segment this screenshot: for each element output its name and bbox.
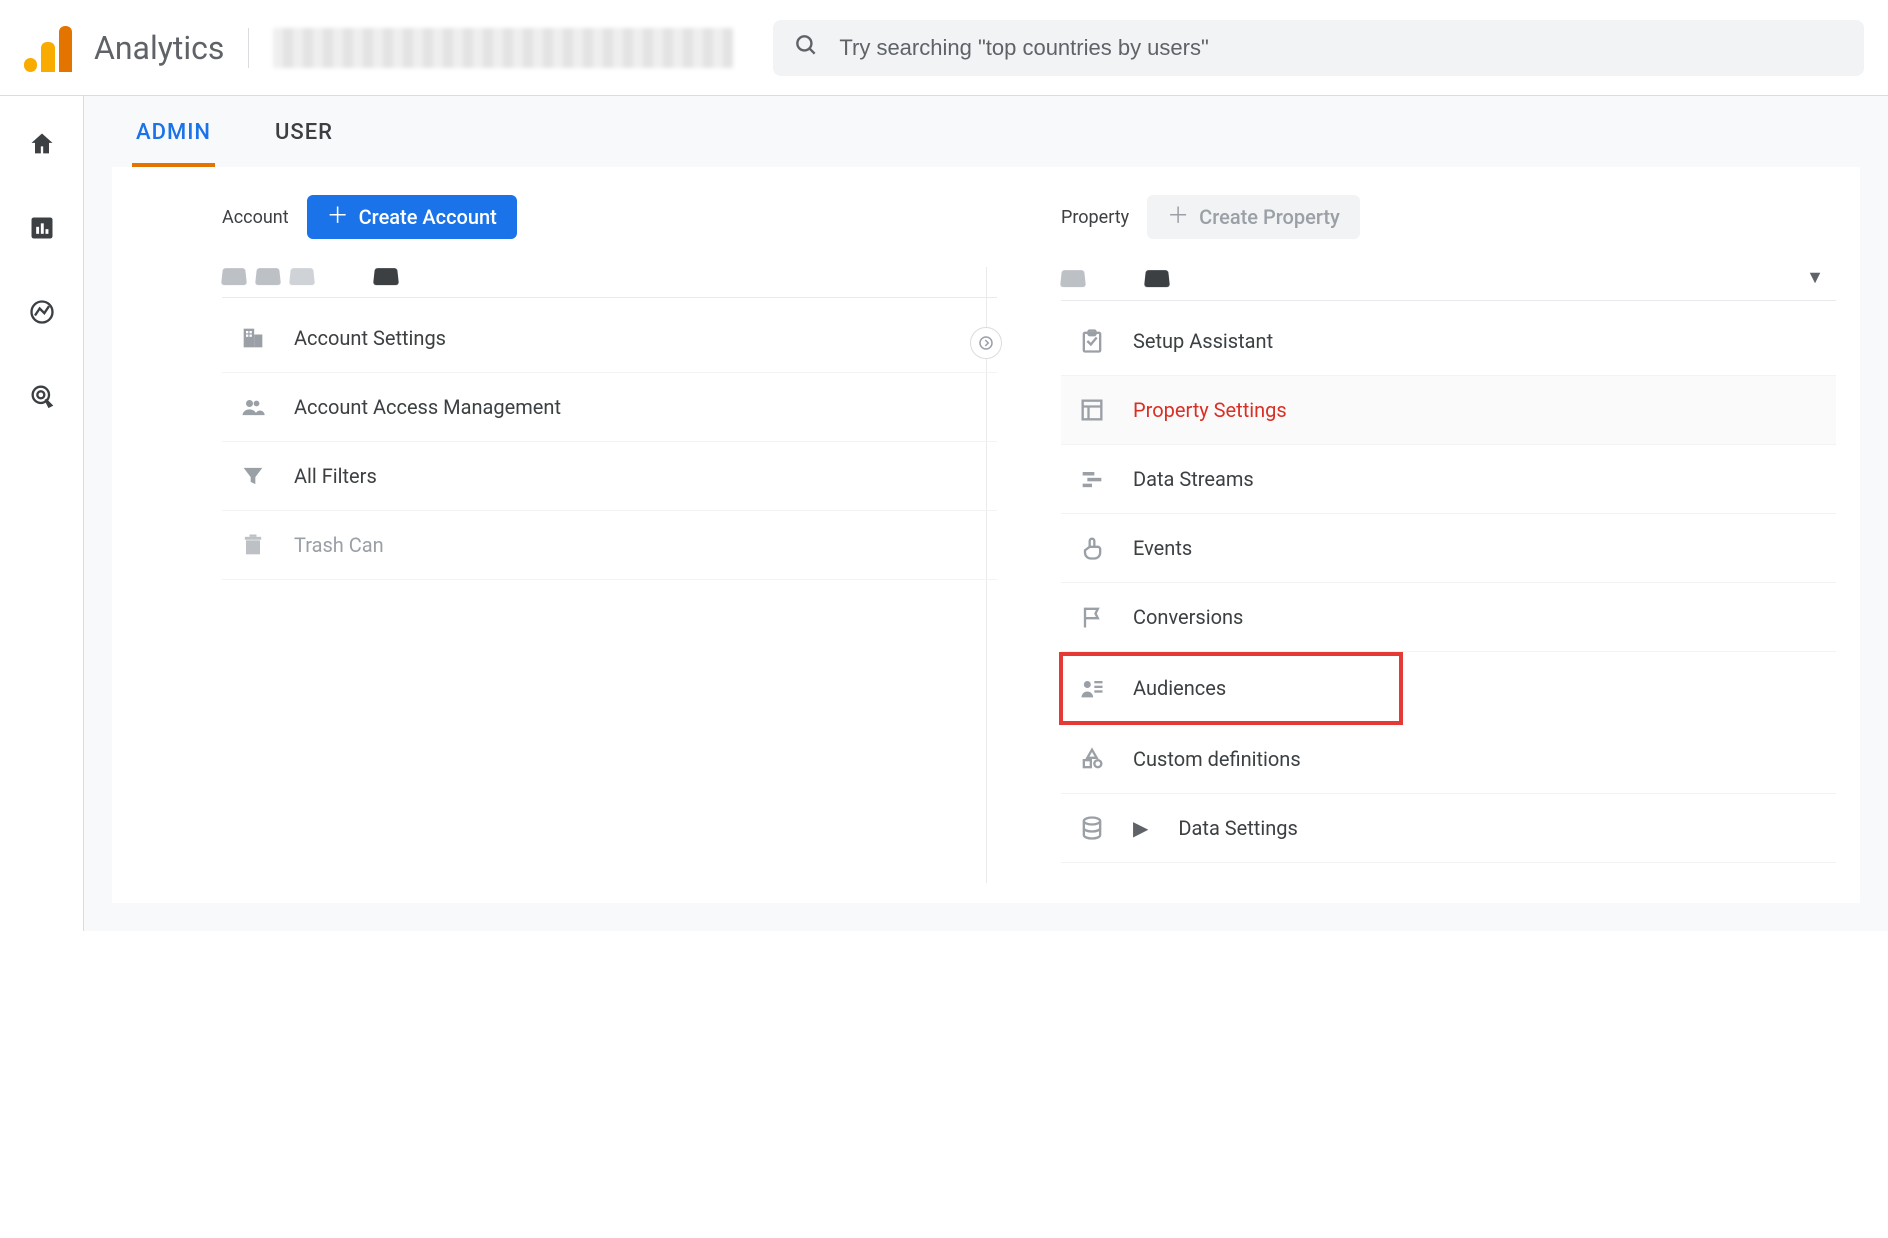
- data-settings-item[interactable]: ▶ Data Settings: [1061, 794, 1836, 863]
- logo-block: Analytics: [24, 24, 224, 72]
- tab-admin[interactable]: ADMIN: [132, 96, 215, 167]
- create-account-button[interactable]: ＋ Create Account: [307, 195, 517, 239]
- left-nav-rail: [0, 96, 84, 931]
- account-column-title: Account: [222, 207, 289, 228]
- create-property-button: ＋ Create Property: [1147, 195, 1360, 239]
- menu-label: Account Access Management: [294, 395, 561, 419]
- events-item[interactable]: Events: [1061, 514, 1836, 583]
- header-divider: [248, 28, 249, 68]
- create-property-label: Create Property: [1199, 205, 1340, 229]
- admin-main: ADMIN USER Account ＋ Create Account: [84, 96, 1888, 931]
- nav-advertising-icon[interactable]: [18, 372, 66, 420]
- layout-icon: [1075, 396, 1109, 424]
- app-header: Analytics: [0, 0, 1888, 96]
- tab-user[interactable]: USER: [271, 96, 337, 167]
- account-breadcrumb-redacted[interactable]: [273, 28, 733, 68]
- property-selector[interactable]: ▼: [1061, 259, 1836, 301]
- custom-definitions-item[interactable]: Custom definitions: [1061, 725, 1836, 794]
- menu-label: Data Settings: [1178, 816, 1297, 840]
- all-filters-item[interactable]: All Filters: [222, 442, 997, 511]
- nav-reports-icon[interactable]: [18, 204, 66, 252]
- trash-can-item[interactable]: Trash Can: [222, 511, 997, 580]
- admin-tabs: ADMIN USER: [112, 96, 1860, 167]
- building-icon: [236, 324, 270, 352]
- property-menu: Setup Assistant Property Settings Data S…: [1061, 307, 1836, 863]
- account-column: Account ＋ Create Account: [112, 167, 1021, 903]
- people-icon: [236, 393, 270, 421]
- audience-icon: [1075, 674, 1109, 702]
- menu-label: Data Streams: [1133, 467, 1254, 491]
- touch-icon: [1075, 534, 1109, 562]
- filter-icon: [236, 462, 270, 490]
- create-account-label: Create Account: [359, 205, 497, 229]
- menu-label: Account Settings: [294, 326, 446, 350]
- app-title: Analytics: [94, 29, 224, 67]
- flag-icon: [1075, 603, 1109, 631]
- audiences-item[interactable]: Audiences: [1061, 654, 1401, 723]
- account-access-item[interactable]: Account Access Management: [222, 373, 997, 442]
- plus-icon: ＋: [327, 206, 349, 228]
- menu-label: Conversions: [1133, 605, 1243, 629]
- trash-icon: [236, 531, 270, 559]
- menu-label: Setup Assistant: [1133, 329, 1273, 353]
- search-icon: [793, 32, 819, 63]
- chevron-down-icon: ▼: [1806, 267, 1824, 288]
- menu-label: Trash Can: [294, 533, 384, 557]
- admin-panels: Account ＋ Create Account: [112, 167, 1860, 903]
- stream-icon: [1075, 465, 1109, 493]
- property-column-title: Property: [1061, 207, 1129, 228]
- menu-label: Events: [1133, 536, 1192, 560]
- menu-label: All Filters: [294, 464, 377, 488]
- conversions-item[interactable]: Conversions: [1061, 583, 1836, 652]
- shapes-icon: [1075, 745, 1109, 773]
- database-icon: [1075, 814, 1109, 842]
- property-column: Property ＋ Create Property ▼: [1021, 167, 1860, 903]
- plus-icon: ＋: [1167, 206, 1189, 228]
- account-menu: Account Settings Account Access Manageme…: [222, 304, 997, 580]
- setup-assistant-item[interactable]: Setup Assistant: [1061, 307, 1836, 376]
- analytics-logo-icon: [24, 24, 72, 72]
- menu-label: Audiences: [1133, 676, 1226, 700]
- account-selector[interactable]: [222, 259, 997, 298]
- menu-label: Custom definitions: [1133, 747, 1301, 771]
- chevron-right-icon: ▶: [1133, 816, 1148, 840]
- account-settings-item[interactable]: Account Settings: [222, 304, 997, 373]
- search-input[interactable]: [839, 35, 1844, 61]
- search-bar[interactable]: [773, 20, 1864, 76]
- property-settings-item[interactable]: Property Settings: [1061, 376, 1836, 445]
- checklist-icon: [1075, 327, 1109, 355]
- nav-home-icon[interactable]: [18, 120, 66, 168]
- data-streams-item[interactable]: Data Streams: [1061, 445, 1836, 514]
- nav-explore-icon[interactable]: [18, 288, 66, 336]
- menu-label: Property Settings: [1133, 398, 1287, 422]
